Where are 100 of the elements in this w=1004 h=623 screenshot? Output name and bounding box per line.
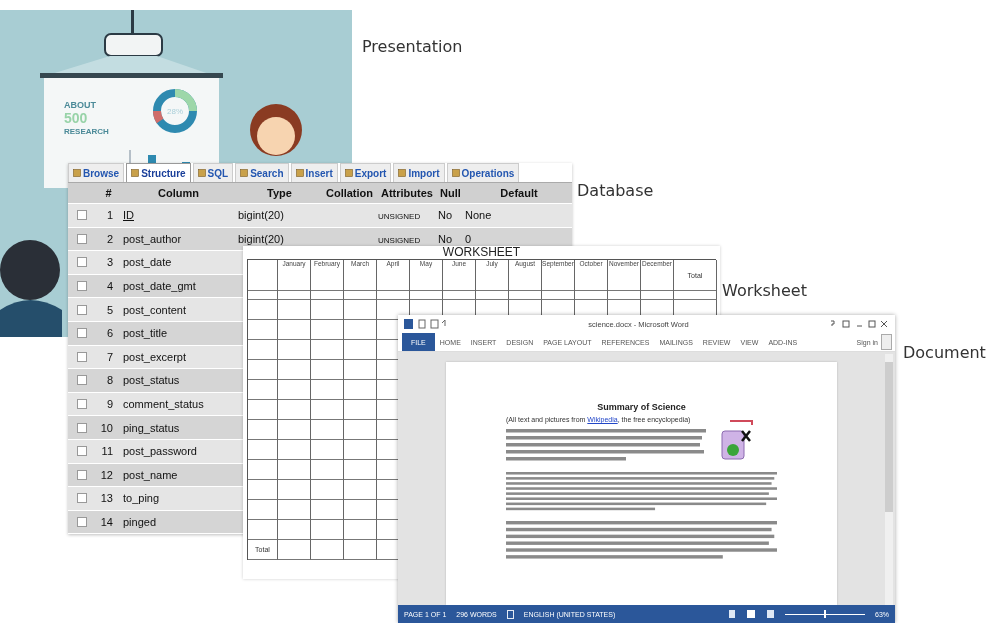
column-header: #: [104, 187, 113, 199]
table-cell-text: post_date: [122, 256, 173, 269]
table-cell: [248, 460, 278, 480]
row-checkbox[interactable]: [76, 351, 87, 362]
table-cell-text: post_excerpt: [122, 350, 187, 363]
table-cell: [278, 320, 311, 340]
table-cell: [278, 420, 311, 440]
row-checkbox[interactable]: [76, 210, 87, 221]
table-cell: [248, 400, 278, 420]
table-cell-text: 4: [105, 280, 114, 293]
database-tab[interactable]: Export: [339, 163, 392, 182]
tab-icon: [451, 169, 460, 177]
table-cell: [311, 540, 344, 560]
vertical-scrollbar[interactable]: [885, 354, 893, 605]
panel-caption: Presentation: [362, 37, 463, 56]
table-cell: [278, 360, 311, 380]
table-cell: [311, 340, 344, 360]
tab-icon: [197, 169, 206, 177]
table-cell: [278, 520, 311, 540]
zoom-slider[interactable]: [785, 610, 865, 618]
database-tab[interactable]: Import: [393, 163, 445, 182]
column-header: Attributes: [380, 187, 434, 199]
table-cell: [278, 440, 311, 460]
table-cell-text: post_password: [122, 445, 198, 458]
table-cell-text: to_ping: [122, 492, 161, 505]
table-cell-text: 10: [99, 421, 114, 434]
table-cell: bigint(20): [238, 232, 284, 245]
window-controls-icon: [829, 319, 889, 329]
table-cell: [311, 480, 344, 500]
row-checkbox[interactable]: [76, 517, 87, 527]
document-heading: Summary of Science: [596, 402, 687, 412]
table-cell: [311, 380, 344, 400]
table-cell: [278, 500, 311, 520]
panel-caption: Database: [577, 181, 654, 200]
tab-icon: [131, 169, 140, 177]
table-cell: [248, 500, 278, 520]
table-cell-text: ping_status: [122, 421, 181, 434]
table-cell-text: post_title: [122, 327, 169, 340]
table-cell-text: post_date_gmt: [122, 280, 197, 293]
row-checkbox[interactable]: [76, 375, 87, 386]
row-checkbox[interactable]: [76, 233, 87, 244]
table-cell-text: 7: [105, 350, 114, 363]
tab-icon: [295, 169, 304, 177]
table-cell-text: 1: [105, 209, 114, 222]
table-cell-text: post_name: [122, 468, 179, 481]
worksheet-title: WORKSHEET: [442, 246, 521, 259]
table-cell: [311, 400, 344, 420]
panel-caption: Worksheet: [722, 281, 807, 300]
database-tab[interactable]: Operations: [446, 163, 520, 182]
table-cell: [248, 260, 278, 291]
database-tab[interactable]: Insert: [290, 163, 338, 182]
row-checkbox[interactable]: [76, 328, 87, 339]
tab-icon: [73, 169, 81, 177]
table-cell: [344, 300, 377, 320]
table-cell-text: 6: [105, 327, 114, 340]
tab-icon: [240, 169, 249, 177]
table-cell: [311, 460, 344, 480]
table-cell-text: 13: [99, 492, 114, 505]
table-cell: 0: [465, 232, 472, 245]
table-cell: [311, 440, 344, 460]
table-cell-text: post_content: [122, 303, 187, 316]
table-cell-text: 14: [99, 516, 114, 528]
table-cell-text: ID: [122, 209, 135, 222]
row-checkbox[interactable]: [76, 257, 87, 268]
table-cell: [311, 360, 344, 380]
table-cell: [311, 500, 344, 520]
table-cell-text: 3: [105, 256, 114, 269]
column-header: Null: [439, 187, 462, 199]
table-cell: UNSIGNED: [378, 235, 421, 245]
row-checkbox[interactable]: [76, 281, 87, 292]
table-cell: [311, 520, 344, 540]
table-cell: [248, 480, 278, 500]
table-cell-text: 8: [105, 374, 114, 387]
table-cell: [311, 300, 344, 320]
database-tab[interactable]: Structure: [126, 163, 191, 182]
table-cell: [311, 320, 344, 340]
database-tab[interactable]: SQL: [192, 163, 234, 182]
database-tab[interactable]: Search: [235, 163, 289, 182]
column-header: Type: [266, 187, 293, 199]
row-checkbox[interactable]: [76, 493, 87, 504]
table-cell: [248, 360, 278, 380]
tab-icon: [398, 169, 407, 177]
table-cell: None: [465, 209, 492, 222]
table-cell: [278, 480, 311, 500]
table-cell-text: 5: [105, 303, 114, 316]
table-cell: [248, 340, 278, 360]
table-cell-text: comment_status: [122, 398, 205, 411]
table-cell: [248, 440, 278, 460]
table-cell: UNSIGNED: [378, 212, 421, 222]
row-checkbox[interactable]: [76, 446, 87, 457]
view-mode-icon[interactable]: [729, 609, 775, 619]
table-cell-text: 2: [105, 232, 114, 245]
row-checkbox[interactable]: [76, 304, 87, 315]
row-checkbox[interactable]: [76, 469, 87, 480]
table-cell: No: [438, 209, 453, 222]
database-tab[interactable]: Browse: [68, 163, 125, 182]
table-cell: [278, 400, 311, 420]
tab-icon: [344, 169, 353, 177]
row-checkbox[interactable]: [76, 422, 87, 433]
row-checkbox[interactable]: [76, 399, 87, 410]
